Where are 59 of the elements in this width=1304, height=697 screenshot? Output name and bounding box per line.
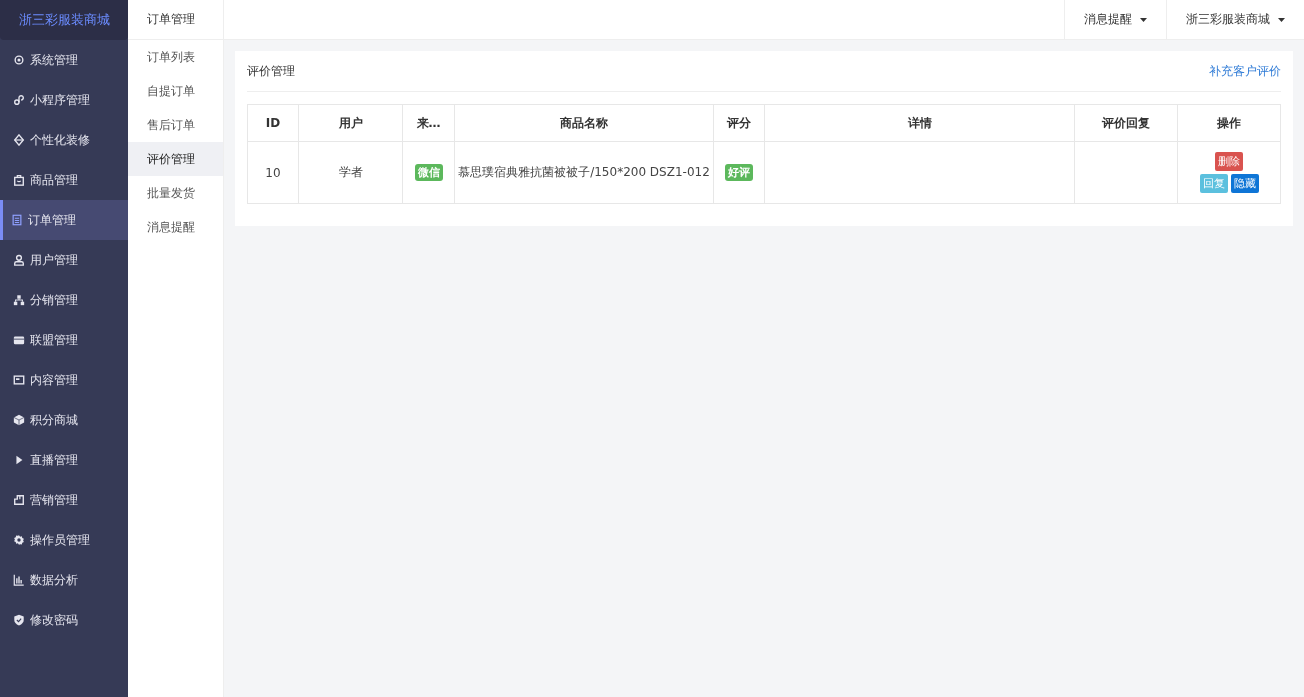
menu-icon <box>13 134 25 146</box>
submenu-item[interactable]: 售后订单 <box>128 108 223 142</box>
add-review-link[interactable]: 补充客户评价 <box>1209 62 1281 80</box>
sidebar-item[interactable]: 内容管理 <box>0 360 128 400</box>
action-button[interactable]: 隐藏 <box>1230 174 1259 193</box>
submenu-title: 订单管理 <box>128 0 223 40</box>
sidebar-item[interactable]: 商品管理 <box>0 160 128 200</box>
menu-icon <box>13 574 25 586</box>
submenu-item[interactable]: 消息提醒 <box>128 210 223 244</box>
menu-icon <box>13 294 25 306</box>
user-cell: 学者 <box>338 165 363 179</box>
brand-logo[interactable]: 浙三彩服装商城 <box>0 0 128 40</box>
column-header: 商品名称 <box>454 104 714 142</box>
caret-icon <box>1140 17 1147 22</box>
column-header: 来… <box>402 104 455 142</box>
sidebar-item[interactable]: 数据分析 <box>0 560 128 600</box>
column-header: 操作 <box>1177 104 1281 142</box>
menu-icon <box>13 614 25 626</box>
submenu-item[interactable]: 批量发货 <box>128 176 223 210</box>
action-button[interactable]: 删除 <box>1215 152 1243 171</box>
id-cell: 10 <box>265 165 281 180</box>
sidebar-item[interactable]: 营销管理 <box>0 480 128 520</box>
sidebar-item[interactable]: 积分商城 <box>0 400 128 440</box>
column-header: 用户 <box>298 104 403 142</box>
sidebar-item[interactable]: 操作员管理 <box>0 520 128 560</box>
panel-title: 评价管理 <box>247 62 295 80</box>
sidebar-item[interactable]: 小程序管理 <box>0 80 128 120</box>
caret-icon <box>1278 17 1285 22</box>
sidebar-item[interactable]: 系统管理 <box>0 40 128 80</box>
menu-icon <box>13 534 25 546</box>
dropdown-menu[interactable]: 消息提醒 <box>1064 0 1166 39</box>
sidebar-item[interactable]: 用户管理 <box>0 240 128 280</box>
product-name-cell: 慕思璞宿典雅抗菌被被子/150*200 DSZ1-012 <box>458 165 710 179</box>
submenu-item[interactable]: 自提订单 <box>128 74 223 108</box>
column-header: 评价回复 <box>1074 104 1178 142</box>
menu-icon <box>13 454 25 466</box>
menu-icon <box>13 414 25 426</box>
sidebar-item[interactable]: 订单管理 <box>0 200 128 240</box>
sidebar-item[interactable]: 直播管理 <box>0 440 128 480</box>
menu-icon <box>13 174 25 186</box>
submenu-item[interactable]: 订单列表 <box>128 40 223 74</box>
column-header: 详情 <box>764 104 1075 142</box>
column-header: 评分 <box>713 104 765 142</box>
sidebar-item[interactable]: 修改密码 <box>0 600 128 640</box>
dropdown-menu[interactable]: 浙三彩服装商城 <box>1166 0 1304 39</box>
submenu-item[interactable]: 评价管理 <box>128 142 223 176</box>
menu-icon <box>13 374 25 386</box>
menu-icon <box>13 254 25 266</box>
sidebar-item[interactable]: 分销管理 <box>0 280 128 320</box>
rating-tag: 好评 <box>725 164 753 181</box>
column-header: ID <box>247 104 299 142</box>
menu-icon <box>13 494 25 506</box>
source-tag: 微信 <box>414 164 443 181</box>
menu-icon <box>11 214 23 226</box>
menu-icon <box>13 334 25 346</box>
sidebar-item[interactable]: 联盟管理 <box>0 320 128 360</box>
sidebar-item[interactable]: 个性化装修 <box>0 120 128 160</box>
menu-icon <box>13 54 25 66</box>
menu-icon <box>13 94 25 106</box>
